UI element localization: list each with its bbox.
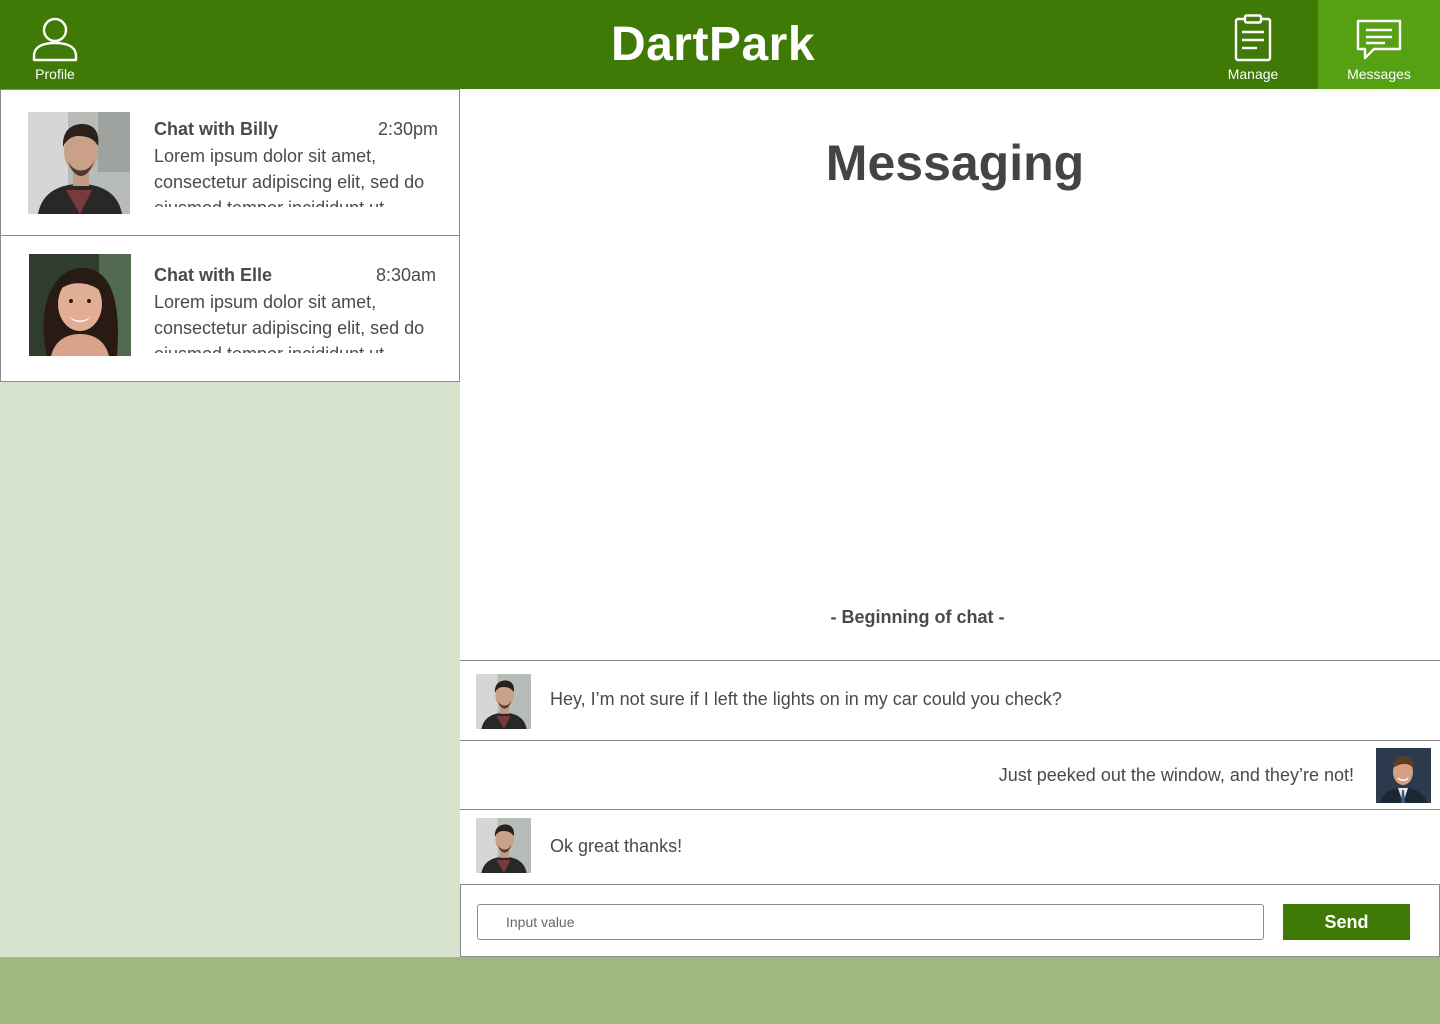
- page-title: Messaging: [825, 135, 1085, 191]
- chat-list-item-elle[interactable]: Chat with Elle 8:30am Lorem ipsum dolor …: [0, 235, 460, 382]
- person-icon: [32, 12, 78, 62]
- avatar-self: [1376, 748, 1431, 803]
- chat-time: 2:30pm: [377, 119, 438, 139]
- avatar-billy: [28, 112, 130, 214]
- nav-manage-button[interactable]: Manage: [1192, 0, 1314, 89]
- nav-profile-button[interactable]: Profile: [0, 0, 110, 89]
- message-input[interactable]: [477, 904, 1264, 940]
- top-nav-bar: Profile DartPark Manage Messages: [0, 0, 1440, 89]
- chat-list-item-billy[interactable]: Chat with Billy 2:30pm Lorem ipsum dolor…: [0, 89, 460, 236]
- nav-messages-label: Messages: [1347, 66, 1411, 82]
- message-row-incoming: Hey, I’m not sure if I left the lights o…: [460, 660, 1440, 740]
- avatar-billy: [476, 674, 531, 729]
- nav-messages-button[interactable]: Messages: [1318, 0, 1440, 89]
- message-text: Ok great thanks!: [550, 836, 683, 856]
- message-row-incoming: Ok great thanks!: [460, 809, 1440, 885]
- message-composer: Send: [460, 884, 1440, 957]
- message-text: Just peeked out the window, and they’re …: [998, 765, 1354, 785]
- chat-title: Chat with Elle: [154, 265, 273, 285]
- send-button[interactable]: Send: [1283, 904, 1410, 940]
- chat-time: 8:30am: [375, 265, 436, 285]
- message-row-outgoing: Just peeked out the window, and they’re …: [460, 740, 1440, 809]
- avatar-billy: [476, 818, 531, 873]
- chat-preview: Lorem ipsum dolor sit amet, consectetur …: [154, 146, 425, 207]
- chat-list-sidebar: Chat with Billy 2:30pm Lorem ipsum dolor…: [0, 89, 460, 957]
- chat-title: Chat with Billy: [154, 119, 279, 139]
- nav-manage-label: Manage: [1227, 66, 1279, 82]
- nav-profile-label: Profile: [35, 66, 75, 82]
- clipboard-icon: [1233, 12, 1273, 62]
- brand-title: DartPark: [610, 18, 816, 71]
- avatar-elle: [29, 254, 131, 356]
- chat-preview: Lorem ipsum dolor sit amet, consectetur …: [154, 292, 425, 353]
- chat-start-marker: - Beginning of chat -: [830, 607, 1005, 627]
- messaging-panel: Messaging - Beginning of chat - Hey, I’m…: [460, 89, 1440, 957]
- chat-bubble-icon: [1355, 12, 1403, 62]
- message-text: Hey, I’m not sure if I left the lights o…: [550, 689, 1062, 709]
